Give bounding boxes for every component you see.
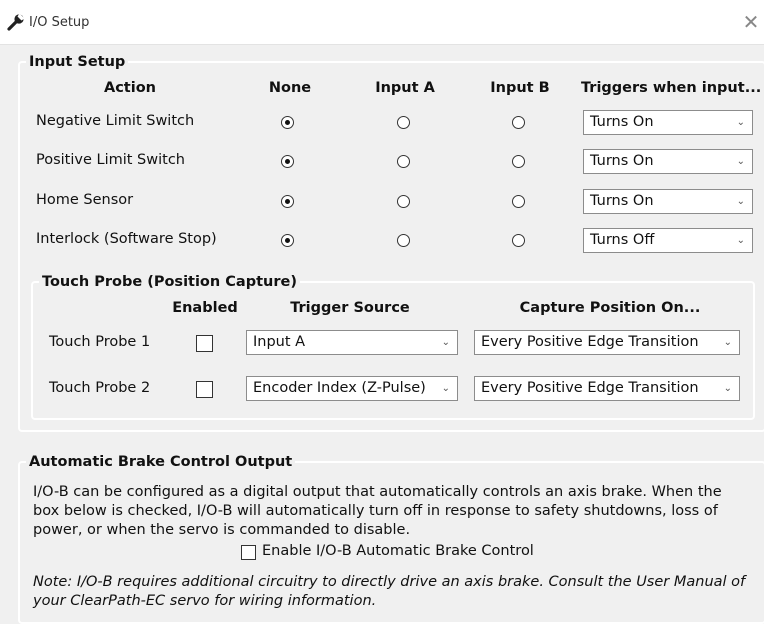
radio-negative-limit-input-b[interactable] [512, 116, 525, 129]
chevron-down-icon: ⌄ [736, 156, 745, 167]
trigger-select-interlock[interactable]: Turns Off ⌄ [583, 228, 753, 253]
radio-positive-limit-input-a[interactable] [397, 155, 410, 168]
brake-note-line: your ClearPath-EC servo for wiring infor… [33, 593, 377, 609]
touch-probe-2-capture-select[interactable]: Every Positive Edge Transition ⌄ [474, 376, 740, 401]
radio-interlock-none[interactable] [281, 234, 294, 247]
trigger-select-home-sensor[interactable]: Turns On ⌄ [583, 189, 753, 214]
header-triggers: Triggers when input... [581, 80, 762, 96]
header-action: Action [103, 80, 156, 96]
touch-probe-1-enabled-checkbox[interactable] [196, 335, 213, 352]
brake-control-legend: Automatic Brake Control Output [29, 454, 293, 470]
trigger-value: Turns On [590, 193, 654, 209]
chevron-down-icon: ⌄ [736, 117, 745, 128]
radio-interlock-input-a[interactable] [397, 234, 410, 247]
header-input-a: Input A [375, 80, 435, 96]
chevron-down-icon: ⌄ [441, 383, 450, 394]
close-icon[interactable]: ✕ [738, 12, 764, 32]
capture-value: Every Positive Edge Transition [481, 334, 699, 350]
action-label-positive-limit: Positive Limit Switch [36, 152, 186, 168]
action-label-negative-limit: Negative Limit Switch [36, 113, 195, 129]
touch-probe-2-enabled-checkbox[interactable] [196, 381, 213, 398]
io-setup-window: I/O Setup ✕ Input Setup Action None Inpu… [0, 0, 764, 624]
chevron-down-icon: ⌄ [723, 337, 732, 348]
brake-description-line: box below is checked, I/O-B will automat… [33, 503, 718, 519]
capture-value: Every Positive Edge Transition [481, 380, 699, 396]
chevron-down-icon: ⌄ [736, 235, 745, 246]
header-none: None [268, 80, 312, 96]
touch-probe-1-trigger-select[interactable]: Input A ⌄ [246, 330, 458, 355]
brake-description: I/O-B can be configured as a digital out… [33, 483, 753, 540]
touch-probe-legend: Touch Probe (Position Capture) [42, 274, 297, 290]
header-input-b: Input B [490, 80, 550, 96]
action-label-home-sensor: Home Sensor [36, 192, 134, 208]
radio-home-sensor-input-a[interactable] [397, 195, 410, 208]
enable-brake-control-label[interactable]: Enable I/O-B Automatic Brake Control [262, 543, 534, 559]
trigger-select-negative-limit[interactable]: Turns On ⌄ [583, 110, 753, 135]
radio-positive-limit-input-b[interactable] [512, 155, 525, 168]
enable-brake-control-checkbox[interactable] [241, 545, 256, 560]
touch-probe-2-trigger-select[interactable]: Encoder Index (Z-Pulse) ⌄ [246, 376, 458, 401]
trigger-value: Turns Off [590, 232, 655, 248]
wrench-icon [7, 13, 25, 31]
trigger-source-value: Encoder Index (Z-Pulse) [253, 380, 426, 396]
header-trigger-source: Trigger Source [290, 300, 410, 316]
chevron-down-icon: ⌄ [723, 383, 732, 394]
input-setup-legend: Input Setup [29, 54, 126, 70]
window-title: I/O Setup [29, 15, 90, 30]
radio-interlock-input-b[interactable] [512, 234, 525, 247]
chevron-down-icon: ⌄ [441, 337, 450, 348]
radio-home-sensor-input-b[interactable] [512, 195, 525, 208]
radio-positive-limit-none[interactable] [281, 155, 294, 168]
brake-description-line: power, or when the servo is commanded to… [33, 522, 411, 538]
brake-note-line: Note: I/O-B requires additional circuitr… [33, 574, 746, 590]
touch-probe-1-capture-select[interactable]: Every Positive Edge Transition ⌄ [474, 330, 740, 355]
trigger-value: Turns On [590, 153, 654, 169]
brake-description-line: I/O-B can be configured as a digital out… [33, 484, 722, 500]
radio-negative-limit-none[interactable] [281, 116, 294, 129]
touch-probe-1-label: Touch Probe 1 [49, 334, 151, 350]
trigger-source-value: Input A [253, 334, 306, 350]
header-capture-position: Capture Position On... [519, 300, 701, 316]
chevron-down-icon: ⌄ [736, 196, 745, 207]
brake-note: Note: I/O-B requires additional circuitr… [33, 573, 753, 611]
header-enabled: Enabled [172, 300, 238, 316]
trigger-select-positive-limit[interactable]: Turns On ⌄ [583, 149, 753, 174]
radio-home-sensor-none[interactable] [281, 195, 294, 208]
title-bar: I/O Setup ✕ [0, 0, 764, 45]
radio-negative-limit-input-a[interactable] [397, 116, 410, 129]
action-label-interlock: Interlock (Software Stop) [36, 231, 217, 247]
touch-probe-2-label: Touch Probe 2 [49, 380, 151, 396]
trigger-value: Turns On [590, 114, 654, 130]
